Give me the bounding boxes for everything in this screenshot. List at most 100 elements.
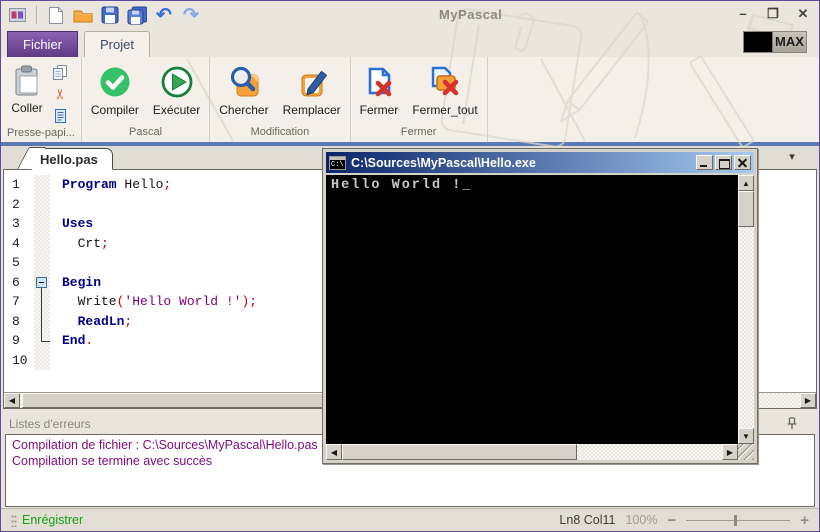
tab-overflow-button[interactable]: ▾ <box>781 150 803 163</box>
console-output: Hello World ! <box>331 178 462 193</box>
line-number: 9 <box>4 331 34 351</box>
close-file-button[interactable]: Fermer <box>353 61 406 120</box>
doc-tab-hello[interactable]: Hello.pas <box>31 148 113 170</box>
ribbon-tab-projet[interactable]: Projet <box>84 31 150 57</box>
redo-icon[interactable]: ↷ <box>181 5 201 25</box>
window-title: MyPascal <box>439 7 502 22</box>
zoom-percent-label: 100% <box>625 513 657 527</box>
fold-toggle-icon[interactable] <box>36 277 47 288</box>
code-text: ReadLn; <box>50 312 132 332</box>
save-status-label: Enrégistrer <box>22 513 83 527</box>
code-text <box>50 253 62 273</box>
line-number: 6 <box>4 273 34 293</box>
console-scroll-up-button[interactable]: ▲ <box>738 175 754 191</box>
scroll-left-button[interactable]: ◀ <box>4 393 20 408</box>
group-fermer: Fermer Fermer_tout Fermer <box>351 57 488 142</box>
doc-tab-label: Hello.pas <box>40 152 98 167</box>
console-hscroll-thumb[interactable] <box>342 444 577 460</box>
fold-margin <box>34 234 50 254</box>
resize-grip-icon[interactable] <box>738 444 754 460</box>
chevron-down-icon: ▾ <box>789 151 795 163</box>
close-all-button[interactable]: Fermer_tout <box>405 61 484 120</box>
ribbon: Coller ✂ Presse-papi... <box>1 57 819 142</box>
console-minimize-button[interactable] <box>696 155 713 170</box>
zoom-slider-track <box>686 520 790 521</box>
paste-text-icon[interactable] <box>51 107 69 125</box>
console-title: C:\Sources\MyPascal\Hello.exe <box>351 156 691 170</box>
clipboard-paste-icon <box>10 64 44 98</box>
close-button[interactable]: ✕ <box>793 4 813 24</box>
fold-margin <box>34 253 50 273</box>
line-number: 10 <box>4 351 34 371</box>
console-output-area[interactable]: Hello World !_ <box>326 175 738 444</box>
compile-check-icon <box>97 64 133 100</box>
quick-access-toolbar: ↶ ↷ <box>1 5 201 25</box>
zoom-slider[interactable] <box>686 514 790 527</box>
line-number: 3 <box>4 214 34 234</box>
scroll-right-button[interactable]: ▶ <box>800 393 816 408</box>
fold-margin <box>34 292 50 312</box>
group-label-pascal: Pascal <box>84 124 207 142</box>
console-titlebar[interactable]: C:\ C:\Sources\MyPascal\Hello.exe <box>326 152 754 173</box>
undo-icon[interactable]: ↶ <box>154 5 174 25</box>
group-label-fermer: Fermer <box>353 124 485 142</box>
run-play-icon <box>159 64 195 100</box>
paste-button[interactable]: Coller <box>3 61 51 118</box>
new-document-icon[interactable] <box>46 5 66 25</box>
fold-margin <box>34 312 50 332</box>
code-text: Write('Hello World !'); <box>50 292 257 312</box>
line-number: 2 <box>4 195 34 215</box>
code-text <box>50 351 62 371</box>
console-maximize-button[interactable] <box>715 155 732 170</box>
console-scroll-left-button[interactable]: ◀ <box>326 444 342 460</box>
group-modification: Chercher Remplacer Modification <box>210 57 350 142</box>
group-pascal: Compiler Exécuter Pascal <box>82 57 210 142</box>
console-vscroll-thumb[interactable] <box>738 191 754 227</box>
console-hscrollbar[interactable]: ◀ ▶ <box>326 444 738 460</box>
group-presse-papiers: Coller ✂ Presse-papi... <box>1 57 82 142</box>
ribbon-tab-fichier[interactable]: Fichier <box>7 31 78 57</box>
cut-icon[interactable]: ✂ <box>51 85 69 103</box>
run-button[interactable]: Exécuter <box>146 61 207 120</box>
group-label-modification: Modification <box>212 124 347 142</box>
console-scroll-down-button[interactable]: ▼ <box>738 428 754 444</box>
line-number: 1 <box>4 175 34 195</box>
maximize-button[interactable]: ❒ <box>763 4 783 24</box>
save-all-icon[interactable] <box>127 5 147 25</box>
pin-button[interactable] <box>785 416 801 432</box>
console-scroll-right-button[interactable]: ▶ <box>722 444 738 460</box>
search-doc-icon <box>226 64 262 100</box>
code-text: End. <box>50 331 93 351</box>
save-icon[interactable] <box>100 5 120 25</box>
status-bar: Enrégistrer Ln8 Col11 100% − + <box>1 508 819 531</box>
open-folder-icon[interactable] <box>73 5 93 25</box>
compile-button[interactable]: Compiler <box>84 61 146 120</box>
search-button[interactable]: Chercher <box>212 61 275 120</box>
error-panel-title: Listes d'erreurs <box>9 417 91 431</box>
console-close-button[interactable] <box>734 155 751 170</box>
line-number: 5 <box>4 253 34 273</box>
titlebar: ↶ ↷ MyPascal – ❒ ✕ <box>1 1 819 29</box>
max-toggle[interactable]: MAX <box>743 31 807 53</box>
code-text: Uses <box>50 214 93 234</box>
console-vscrollbar[interactable]: ▲ ▼ <box>738 175 754 444</box>
zoom-slider-thumb[interactable] <box>734 515 737 526</box>
minimize-button[interactable]: – <box>733 4 753 24</box>
line-number: 7 <box>4 292 34 312</box>
close-doc-icon <box>361 64 397 100</box>
code-text: Begin <box>50 273 101 293</box>
console-window: C:\ C:\Sources\MyPascal\Hello.exe Hello … <box>322 148 758 464</box>
cmd-icon: C:\ <box>329 156 346 170</box>
fold-margin <box>34 175 50 195</box>
clipboard-small-buttons: ✂ <box>51 61 69 125</box>
cursor-position-label: Ln8 Col11 <box>559 513 615 527</box>
replace-button[interactable]: Remplacer <box>276 61 348 120</box>
window-controls: – ❒ ✕ <box>733 4 813 24</box>
group-label-presse-papiers: Presse-papi... <box>3 125 79 143</box>
zoom-out-button[interactable]: − <box>667 512 676 529</box>
fold-margin <box>34 351 50 371</box>
copy-icon[interactable] <box>51 63 69 81</box>
zoom-in-button[interactable]: + <box>800 512 809 529</box>
console-cursor: _ <box>462 178 472 193</box>
status-grip <box>11 514 17 527</box>
